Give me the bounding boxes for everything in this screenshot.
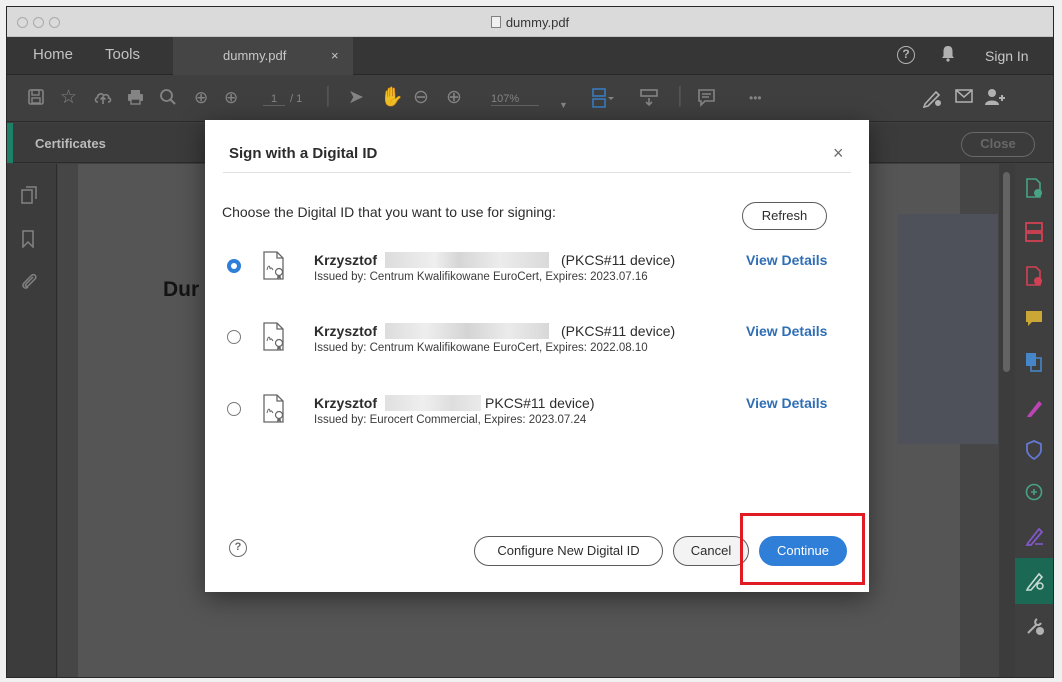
digital-id-radio[interactable] <box>227 402 241 416</box>
digital-id-holder: Krzysztof <box>314 252 378 268</box>
digital-id-row[interactable]: Krzysztof (PKCS#11 device) Issued by: Cen… <box>205 248 869 298</box>
digital-id-radio[interactable] <box>227 330 241 344</box>
digital-id-device: (PKCS#11 device) <box>561 252 676 268</box>
digital-id-issuer: Issued by: Eurocert Commercial, Expires:… <box>314 414 587 426</box>
digital-id-device: PKCS#11 device) <box>485 395 595 411</box>
dialog-divider <box>223 172 851 173</box>
certificate-icon <box>263 394 284 423</box>
certificate-icon <box>263 322 284 351</box>
cancel-button[interactable]: Cancel <box>673 536 749 566</box>
dialog-title: Sign with a Digital ID <box>229 145 378 162</box>
digital-id-name: Krzysztof PKCS#11 device) <box>314 395 594 411</box>
annotation-highlight-box <box>740 513 865 585</box>
digital-id-name: Krzysztof (PKCS#11 device) <box>314 323 675 339</box>
digital-id-radio-selected[interactable] <box>227 259 241 273</box>
redacted-surname <box>385 323 550 339</box>
view-details-link[interactable]: View Details <box>746 395 827 411</box>
configure-new-digital-id-button[interactable]: Configure New Digital ID <box>474 536 663 566</box>
dialog-close-icon[interactable]: × <box>833 143 844 164</box>
help-icon[interactable]: ? <box>229 539 247 557</box>
view-details-link[interactable]: View Details <box>746 252 827 268</box>
redacted-surname <box>385 252 550 268</box>
certificate-icon <box>263 251 284 280</box>
digital-id-name: Krzysztof (PKCS#11 device) <box>314 252 675 268</box>
dialog-prompt: Choose the Digital ID that you want to u… <box>222 204 556 220</box>
digital-id-row[interactable]: Krzysztof PKCS#11 device) Issued by: Euro… <box>205 391 869 441</box>
redacted-surname <box>385 395 482 411</box>
digital-id-issuer: Issued by: Centrum Kwalifikowane EuroCer… <box>314 271 648 283</box>
view-details-link[interactable]: View Details <box>746 323 827 339</box>
digital-id-device: (PKCS#11 device) <box>561 323 676 339</box>
digital-id-row[interactable]: Krzysztof (PKCS#11 device) Issued by: Cen… <box>205 319 869 369</box>
refresh-button[interactable]: Refresh <box>742 202 827 230</box>
digital-id-holder: Krzysztof <box>314 323 378 339</box>
digital-id-holder: Krzysztof <box>314 395 378 411</box>
digital-id-issuer: Issued by: Centrum Kwalifikowane EuroCer… <box>314 342 648 354</box>
